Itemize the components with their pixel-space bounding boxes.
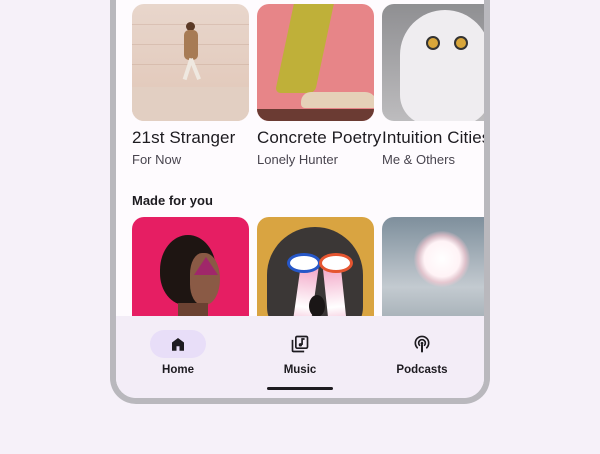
app-screen: 21st Stranger For Now Concrete Poetry Lo… [116, 0, 484, 398]
nav-label-music: Music [283, 364, 317, 376]
album-title: 21st Stranger [132, 128, 236, 147]
nav-item-home[interactable]: Home [118, 330, 238, 376]
section-heading-made-for-you: Made for you [132, 193, 213, 208]
nav-icon-container[interactable] [272, 330, 328, 358]
home-icon [172, 338, 184, 351]
gesture-navigation-handle[interactable] [267, 387, 333, 390]
nav-label-home: Home [162, 364, 194, 376]
bottom-navigation-bar: Home Music Podcasts [116, 316, 484, 398]
album-title: Concrete Poetry [257, 128, 382, 147]
nav-item-music[interactable]: Music [240, 330, 360, 376]
album-card[interactable]: 21st Stranger For Now [132, 4, 249, 167]
music-library-icon [291, 335, 309, 353]
phone-frame: 21st Stranger For Now Concrete Poetry Lo… [110, 0, 490, 404]
album-title: Intuition Cities [382, 128, 484, 147]
recent-albums-row[interactable]: 21st Stranger For Now Concrete Poetry Lo… [132, 4, 484, 167]
active-indicator[interactable] [150, 330, 206, 358]
album-card[interactable]: Intuition Cities Me & Others [382, 4, 484, 167]
album-card[interactable]: Concrete Poetry Lonely Hunter [257, 4, 382, 167]
album-artist: Me & Others [382, 152, 455, 167]
podcast-icon [414, 335, 430, 353]
nav-item-podcasts[interactable]: Podcasts [362, 330, 482, 376]
album-artist: For Now [132, 152, 182, 167]
album-artist: Lonely Hunter [257, 152, 338, 167]
nav-icon-container[interactable] [394, 330, 450, 358]
nav-label-podcasts: Podcasts [396, 364, 448, 376]
album-art[interactable] [257, 4, 374, 121]
album-art[interactable] [132, 4, 249, 121]
album-art[interactable] [382, 4, 484, 121]
